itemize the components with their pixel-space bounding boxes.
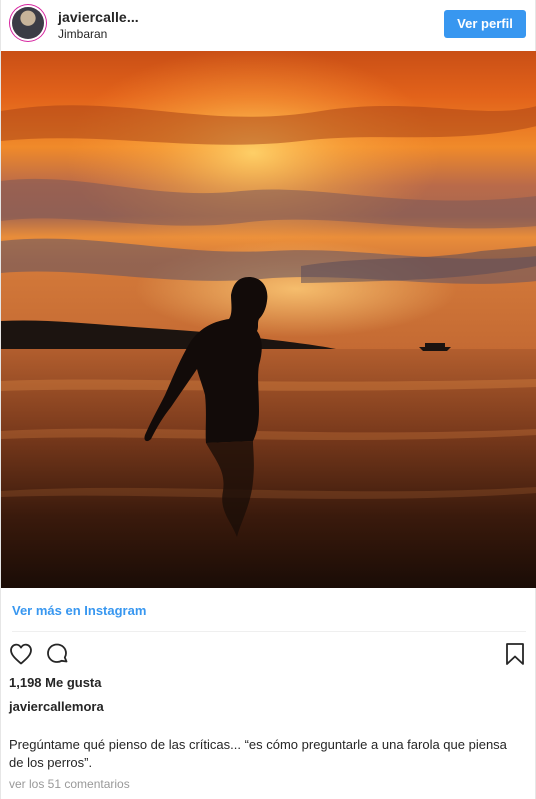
likes-count[interactable]: 1,198 Me gusta <box>9 675 102 690</box>
bookmark-icon[interactable] <box>503 641 527 667</box>
comment-bubble-icon[interactable] <box>44 641 70 667</box>
instagram-embed: javiercalle... Jimbaran Ver perfil Ver m… <box>0 0 536 799</box>
username[interactable]: javiercalle... <box>58 9 139 25</box>
avatar[interactable] <box>12 7 44 39</box>
post-header: javiercalle... Jimbaran Ver perfil <box>1 0 536 51</box>
view-profile-button[interactable]: Ver perfil <box>444 10 526 38</box>
divider <box>12 631 526 632</box>
view-more-link[interactable]: Ver más en Instagram <box>12 603 146 618</box>
caption-username[interactable]: javiercallemora <box>9 699 104 714</box>
post-photo[interactable] <box>1 51 536 588</box>
location[interactable]: Jimbaran <box>58 27 107 41</box>
heart-icon[interactable] <box>8 641 34 667</box>
caption-text: Pregúntame qué pienso de las críticas...… <box>9 737 507 770</box>
view-comments-link[interactable]: ver los 51 comentarios <box>9 777 130 791</box>
